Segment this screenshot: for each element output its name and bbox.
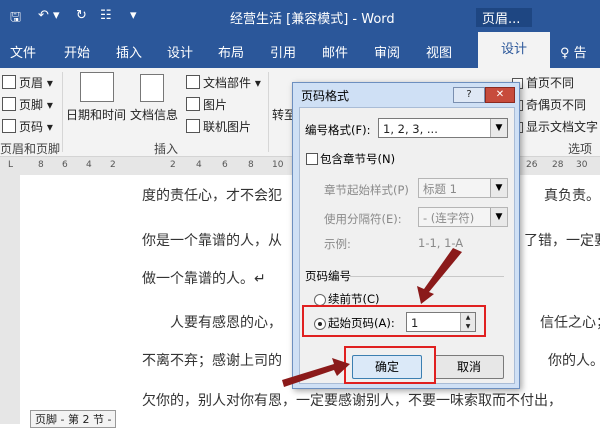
arrow-to-ok-button	[282, 358, 350, 387]
annotation-arrows	[282, 248, 462, 387]
arrow-to-start-field	[417, 248, 462, 304]
